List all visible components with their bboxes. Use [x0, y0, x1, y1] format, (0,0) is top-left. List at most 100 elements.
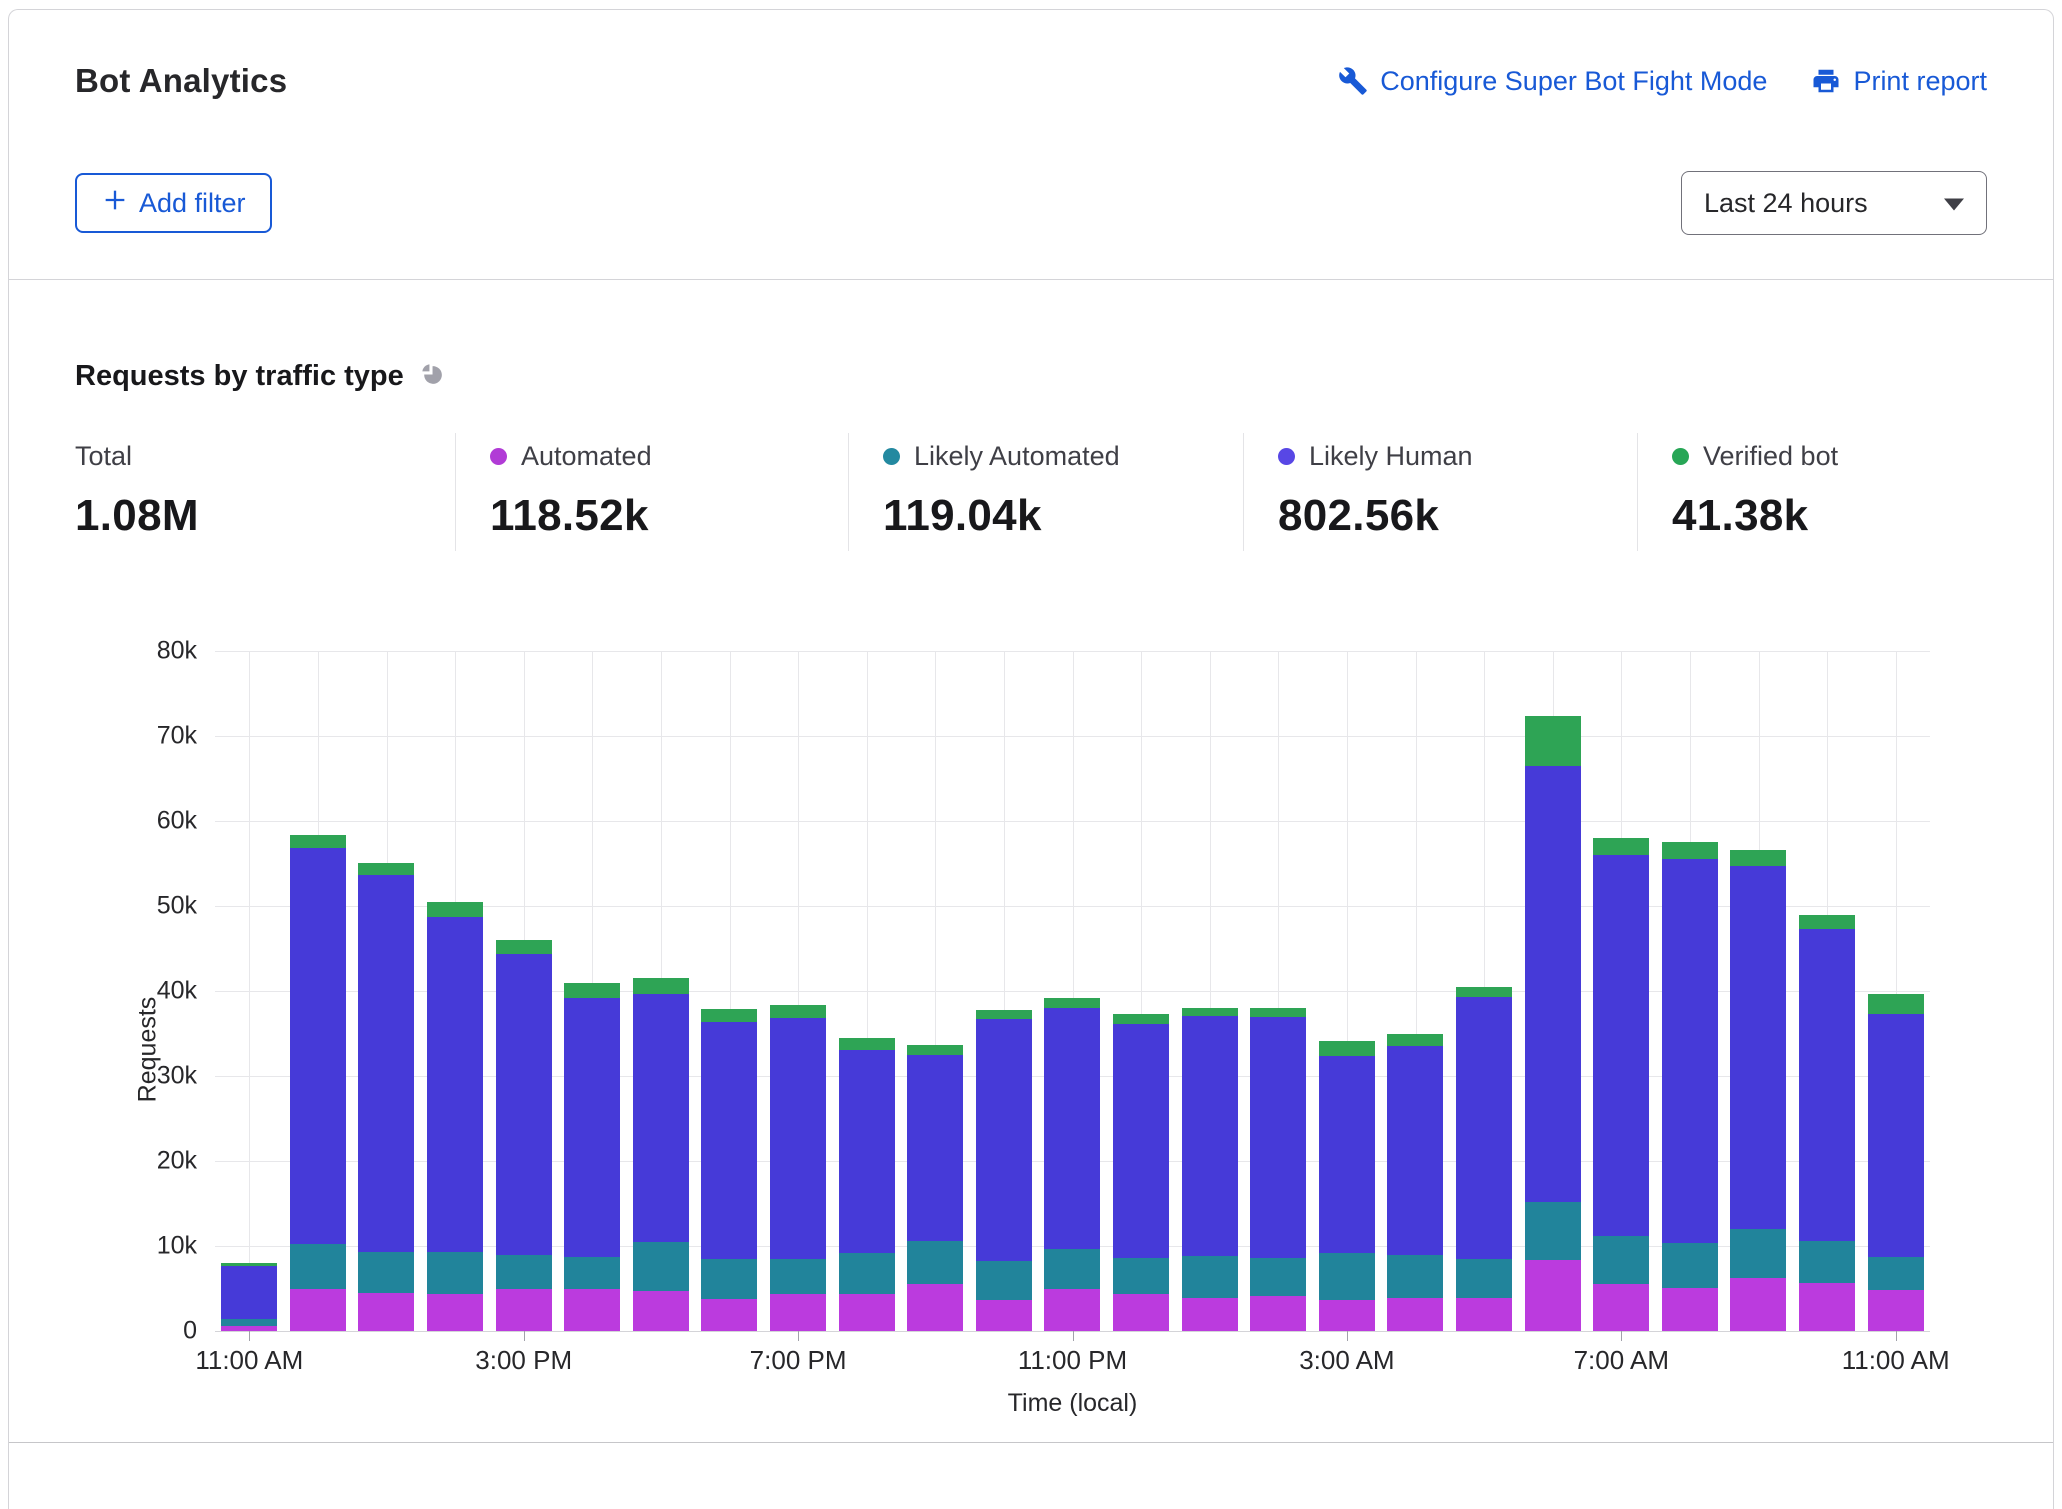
chart-bar-1-00-pm-2[interactable]	[358, 863, 414, 1331]
bar-slot	[1244, 651, 1313, 1331]
bar-segment-likely-human	[770, 1018, 826, 1259]
chart-bar-4-00-am-17[interactable]	[1387, 1034, 1443, 1331]
add-filter-button[interactable]: Add filter	[75, 173, 272, 233]
bar-segment-verified-bot	[1182, 1008, 1238, 1016]
bar-segment-likely-automated	[1593, 1236, 1649, 1284]
bar-segment-automated	[633, 1291, 689, 1331]
bar-slot	[558, 651, 627, 1331]
time-range-value: Last 24 hours	[1704, 188, 1868, 219]
chart-bar-8-00-am-21[interactable]	[1662, 842, 1718, 1331]
chart-bar-4-00-pm-5[interactable]	[564, 983, 620, 1331]
chart-bar-3-00-pm-4[interactable]	[496, 940, 552, 1331]
verified-bot-legend-dot	[1672, 448, 1689, 465]
bar-segment-automated	[1044, 1289, 1100, 1331]
bar-segment-verified-bot	[1799, 915, 1855, 929]
bar-slot	[489, 651, 558, 1331]
chart-bar-12-00-pm-1[interactable]	[290, 835, 346, 1331]
bar-segment-likely-automated	[1730, 1229, 1786, 1278]
chart-bar-7-00-am-20[interactable]	[1593, 838, 1649, 1331]
chart-bar-3-00-am-16[interactable]	[1319, 1041, 1375, 1331]
bar-segment-likely-human	[1868, 1014, 1924, 1257]
chart-bar-1-00-am-14[interactable]	[1182, 1008, 1238, 1331]
bar-segment-likely-human	[1593, 855, 1649, 1236]
bar-segment-likely-human	[701, 1022, 757, 1258]
bar-segment-verified-bot	[358, 863, 414, 876]
chart-bar-9-00-am-22[interactable]	[1730, 850, 1786, 1331]
plot-area: 010k20k30k40k50k60k70k80k	[215, 651, 1930, 1331]
bar-segment-automated	[770, 1294, 826, 1331]
stat-verified-bot-value: 41.38k	[1672, 491, 1987, 541]
bar-segment-likely-human	[427, 917, 483, 1252]
chart-bar-2-00-pm-3[interactable]	[427, 902, 483, 1331]
bar-segment-automated	[1799, 1283, 1855, 1331]
bar-segment-automated	[290, 1289, 346, 1332]
bar-segment-likely-automated	[358, 1252, 414, 1293]
x-tick-label: 3:00 AM	[1299, 1345, 1394, 1376]
chart-bar-2-00-am-15[interactable]	[1250, 1008, 1306, 1331]
bar-segment-likely-human	[496, 954, 552, 1256]
time-range-select[interactable]: Last 24 hours	[1681, 171, 1987, 235]
bar-segment-likely-automated	[564, 1257, 620, 1289]
bar-segment-likely-human	[564, 998, 620, 1257]
chart-bar-6-00-am-19[interactable]	[1525, 716, 1581, 1331]
stat-verified-bot: Verified bot 41.38k	[1637, 433, 1987, 551]
bar-segment-likely-automated	[1456, 1259, 1512, 1298]
y-tick-label: 0	[183, 1317, 197, 1346]
bar-slot	[764, 651, 833, 1331]
pie-chart-icon	[418, 361, 445, 393]
chart-bar-6-00-pm-7[interactable]	[701, 1009, 757, 1331]
chart-bar-10-00-pm-11[interactable]	[976, 1010, 1032, 1331]
bar-segment-likely-human	[1387, 1046, 1443, 1254]
bar-segment-verified-bot	[976, 1010, 1032, 1019]
bar-segment-verified-bot	[1387, 1034, 1443, 1046]
chart-bar-9-00-pm-10[interactable]	[907, 1045, 963, 1331]
chart-bar-5-00-am-18[interactable]	[1456, 987, 1512, 1331]
bar-segment-automated	[839, 1294, 895, 1331]
bar-segment-likely-human	[976, 1019, 1032, 1261]
stat-total-value: 1.08M	[75, 491, 455, 541]
bar-segment-verified-bot	[1525, 716, 1581, 766]
configure-super-bot-fight-mode-link[interactable]: Configure Super Bot Fight Mode	[1338, 66, 1767, 97]
stat-likely-automated: Likely Automated 119.04k	[848, 433, 1243, 551]
x-axis-tick	[1896, 1331, 1897, 1341]
chart-bar-11-00-am-0[interactable]	[221, 1263, 277, 1331]
x-tick-label: 11:00 AM	[1842, 1345, 1950, 1376]
bar-slot	[1655, 651, 1724, 1331]
chart-bar-10-00-am-23[interactable]	[1799, 915, 1855, 1331]
chart-bar-7-00-pm-8[interactable]	[770, 1005, 826, 1331]
section-title: Requests by traffic type	[75, 360, 404, 393]
bar-segment-verified-bot	[907, 1045, 963, 1054]
chart-bar-11-00-am-24[interactable]	[1868, 994, 1924, 1331]
x-axis-title: Time (local)	[215, 1389, 1930, 1418]
chart-bar-8-00-pm-9[interactable]	[839, 1038, 895, 1331]
chart-bar-11-00-pm-12[interactable]	[1044, 998, 1100, 1331]
stats-row: Total 1.08M Automated 118.52k Likely Aut…	[75, 433, 1987, 551]
print-report-link[interactable]: Print report	[1811, 66, 1987, 97]
chart-bar-5-00-pm-6[interactable]	[633, 978, 689, 1331]
bar-segment-likely-human	[1250, 1017, 1306, 1258]
bar-slot	[352, 651, 421, 1331]
print-link-label: Print report	[1853, 66, 1987, 97]
bar-slot	[1793, 651, 1862, 1331]
bar-segment-likely-automated	[1319, 1253, 1375, 1300]
add-filter-label: Add filter	[139, 188, 246, 219]
bar-segment-automated	[358, 1293, 414, 1331]
chart-bar-12-00-am-13[interactable]	[1113, 1014, 1169, 1331]
printer-icon	[1811, 66, 1841, 96]
bar-segment-automated	[1387, 1298, 1443, 1331]
bar-segment-likely-automated	[1525, 1202, 1581, 1261]
bar-segment-verified-bot	[770, 1005, 826, 1018]
bar-segment-verified-bot	[1456, 987, 1512, 997]
bar-segment-verified-bot	[1730, 850, 1786, 866]
bar-segment-likely-human	[1662, 859, 1718, 1242]
stat-automated: Automated 118.52k	[455, 433, 848, 551]
bar-segment-likely-automated	[1868, 1257, 1924, 1290]
bar-segment-likely-automated	[839, 1253, 895, 1295]
bar-slot	[1724, 651, 1793, 1331]
bar-segment-likely-human	[1799, 929, 1855, 1241]
plus-icon	[101, 186, 129, 221]
stat-total-label: Total	[75, 441, 132, 472]
bar-segment-likely-human	[907, 1055, 963, 1241]
x-axis-tick	[1073, 1331, 1074, 1341]
bar-slot	[1381, 651, 1450, 1331]
